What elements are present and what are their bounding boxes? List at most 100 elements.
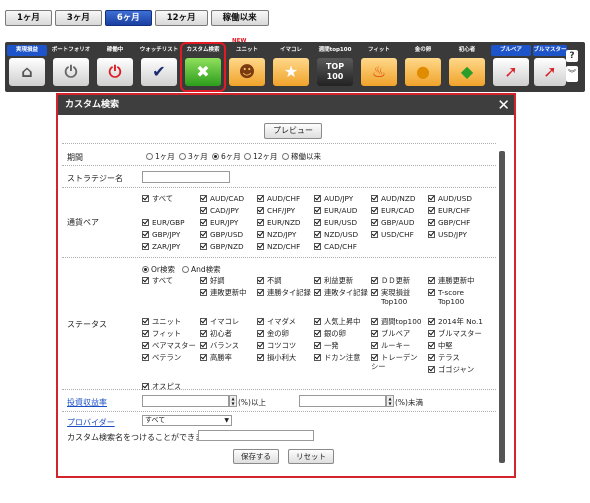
- period-option-3m[interactable]: 3ヶ月: [179, 151, 208, 162]
- status-checkbox[interactable]: ブルベア: [371, 329, 410, 338]
- help-button[interactable]: ?: [566, 50, 578, 62]
- save-button[interactable]: 保存する: [233, 449, 279, 464]
- currency-pair-checkbox[interactable]: CAD/CHF: [314, 242, 357, 251]
- currency-pair-checkbox[interactable]: GBP/NZD: [200, 242, 244, 251]
- reset-button[interactable]: リセット: [288, 449, 334, 464]
- tool-unit[interactable]: ユニット ☻: [227, 45, 267, 89]
- currency-pair-checkbox[interactable]: EUR/JPY: [200, 218, 238, 227]
- status-checkbox[interactable]: ゴゴジャン: [428, 365, 474, 374]
- roi-min-input[interactable]: [142, 395, 229, 407]
- currency-pair-checkbox[interactable]: AUD/CHF: [257, 194, 300, 203]
- currency-pair-checkbox[interactable]: ZAR/JPY: [142, 242, 180, 251]
- status-checkbox[interactable]: ドカン注意: [314, 353, 360, 362]
- status-checkbox[interactable]: 連敗タイ記録: [314, 288, 368, 297]
- currency-pair-checkbox[interactable]: NZD/JPY: [257, 230, 296, 239]
- status-checkbox[interactable]: トレーデンシー: [371, 353, 421, 371]
- status-checkbox[interactable]: 連勝更新中: [428, 276, 474, 285]
- currency-pair-checkbox[interactable]: EUR/AUD: [314, 206, 357, 215]
- status-checkbox[interactable]: 銀の卵: [314, 329, 346, 338]
- status-checkbox[interactable]: テラス: [428, 353, 460, 362]
- status-checkbox[interactable]: 2014年 No.1: [428, 317, 483, 326]
- currency-pair-checkbox[interactable]: AUD/CAD: [200, 194, 244, 203]
- tool-portfolio[interactable]: ポートフォリオ ⏻: [51, 45, 91, 89]
- period-option-12m[interactable]: 12ヶ月: [244, 151, 278, 162]
- period-option-since-start[interactable]: 稼働以来: [282, 151, 321, 162]
- strategy-name-input[interactable]: [142, 171, 230, 183]
- period-tab-since-start[interactable]: 稼働以来: [210, 10, 269, 26]
- period-tab-6m[interactable]: 6ヶ月: [104, 10, 152, 26]
- provider-select[interactable]: すべて ▼: [142, 415, 232, 426]
- tool-weekly-top100[interactable]: 週間top100 TOP 100: [315, 45, 355, 89]
- currency-pair-checkbox[interactable]: USD/JPY: [428, 230, 467, 239]
- currency-pair-checkbox[interactable]: CAD/JPY: [200, 206, 239, 215]
- status-checkbox[interactable]: 人気上昇中: [314, 317, 360, 326]
- currency-pair-checkbox[interactable]: すべて: [142, 194, 173, 203]
- currency-pair-checkbox[interactable]: GBP/AUD: [371, 218, 414, 227]
- currency-pair-checkbox[interactable]: EUR/GBP: [142, 218, 185, 227]
- status-checkbox[interactable]: 週間top100: [371, 317, 421, 326]
- tool-bull-master[interactable]: ブルマスター ➚: [533, 45, 567, 89]
- tool-imacore[interactable]: イマコレ ★: [271, 45, 311, 89]
- custom-name-input[interactable]: [198, 430, 314, 441]
- period-tab-3m[interactable]: 3ヶ月: [54, 10, 102, 26]
- period-option-1m[interactable]: 1ヶ月: [146, 151, 175, 162]
- status-checkbox[interactable]: 利益更新: [314, 276, 353, 285]
- status-checkbox[interactable]: 不調: [257, 276, 282, 285]
- status-checkbox[interactable]: ブルマスター: [428, 329, 482, 338]
- tool-beginner[interactable]: 初心者 ◆: [447, 45, 487, 89]
- status-checkbox[interactable]: ルーキー: [371, 341, 410, 350]
- tool-bull-bear[interactable]: ブルベア ➚: [491, 45, 531, 89]
- status-checkbox[interactable]: 実現損益 Top100: [371, 288, 410, 306]
- status-checkbox[interactable]: 連敗更新中: [200, 288, 246, 297]
- tool-custom-search[interactable]: カスタム検索 ✖: [180, 42, 226, 92]
- status-checkbox[interactable]: 高勝率: [200, 353, 232, 362]
- status-checkbox[interactable]: ベテラン: [142, 353, 181, 362]
- period-tab-1m[interactable]: 1ヶ月: [5, 10, 52, 26]
- currency-pair-checkbox[interactable]: NZD/USD: [314, 230, 358, 239]
- status-checkbox[interactable]: 一発: [314, 341, 339, 350]
- period-tab-12m[interactable]: 12ヶ月: [154, 10, 208, 26]
- tool-running[interactable]: 稼働中 ⏻: [95, 45, 135, 89]
- tool-golden-egg[interactable]: 金の卵 ●: [403, 45, 443, 89]
- preview-button[interactable]: プレビュー: [264, 123, 322, 139]
- currency-pair-checkbox[interactable]: EUR/NZD: [257, 218, 301, 227]
- collapse-button[interactable]: ︾: [566, 66, 578, 82]
- status-checkbox[interactable]: 中堅: [428, 341, 453, 350]
- status-checkbox[interactable]: 連勝タイ記録: [257, 288, 311, 297]
- currency-pair-checkbox[interactable]: NZD/CHF: [257, 242, 300, 251]
- tool-fit[interactable]: フィット ♨: [359, 45, 399, 89]
- currency-pair-checkbox[interactable]: GBP/USD: [200, 230, 243, 239]
- roi-label[interactable]: 投資収益率: [67, 397, 107, 408]
- currency-pair-checkbox[interactable]: AUD/JPY: [314, 194, 353, 203]
- status-checkbox[interactable]: 損小利大: [257, 353, 296, 362]
- close-icon[interactable]: ✕: [497, 95, 510, 115]
- status-checkbox[interactable]: フィット: [142, 329, 181, 338]
- currency-pair-checkbox[interactable]: EUR/CHF: [428, 206, 470, 215]
- currency-pair-checkbox[interactable]: USD/CHF: [371, 230, 414, 239]
- currency-pair-checkbox[interactable]: GBP/CHF: [428, 218, 470, 227]
- currency-pair-checkbox[interactable]: AUD/NZD: [371, 194, 416, 203]
- provider-label[interactable]: プロバイダー: [67, 417, 115, 428]
- status-checkbox[interactable]: T-score Top100: [428, 288, 464, 306]
- status-checkbox[interactable]: すべて: [142, 276, 173, 285]
- status-checkbox[interactable]: ベアマスター: [142, 341, 196, 350]
- tool-watchlist[interactable]: ウォッチリスト ✔: [139, 45, 179, 89]
- currency-pair-checkbox[interactable]: EUR/USD: [314, 218, 357, 227]
- period-option-6m[interactable]: 6ヶ月: [212, 151, 241, 162]
- roi-min-stepper[interactable]: ▲ ▼: [229, 395, 237, 407]
- and-search-option[interactable]: And検索: [182, 264, 221, 275]
- status-checkbox[interactable]: イマコレ: [200, 317, 239, 326]
- scrollbar[interactable]: [499, 151, 505, 463]
- tool-realized-pnl[interactable]: 実現損益 ⌂: [7, 45, 47, 89]
- roi-max-input[interactable]: [299, 395, 386, 407]
- status-checkbox[interactable]: ユニット: [142, 317, 181, 326]
- currency-pair-checkbox[interactable]: AUD/USD: [428, 194, 472, 203]
- status-checkbox[interactable]: 初心者: [200, 329, 232, 338]
- status-checkbox[interactable]: バランス: [200, 341, 239, 350]
- status-checkbox[interactable]: 金の卵: [257, 329, 289, 338]
- status-checkbox[interactable]: コツコツ: [257, 341, 296, 350]
- status-checkbox[interactable]: ＤＤ更新: [371, 276, 410, 285]
- roi-max-stepper[interactable]: ▲ ▼: [386, 395, 394, 407]
- status-checkbox[interactable]: 好調: [200, 276, 225, 285]
- currency-pair-checkbox[interactable]: CHF/JPY: [257, 206, 295, 215]
